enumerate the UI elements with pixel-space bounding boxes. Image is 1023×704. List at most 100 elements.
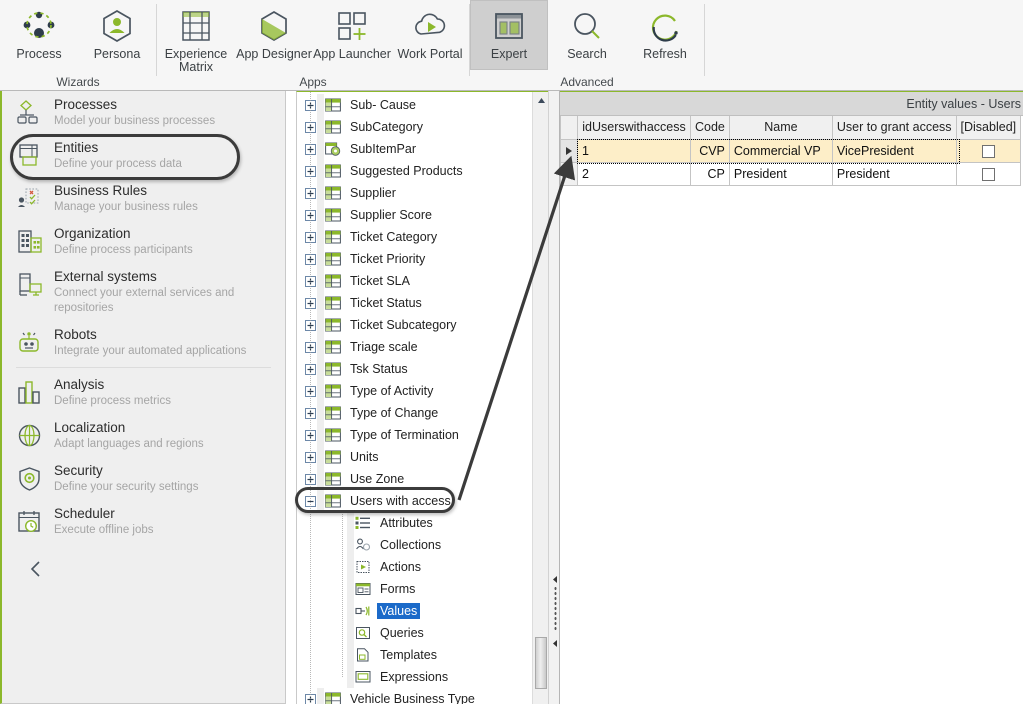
sidebar-item-business-rules[interactable]: Business Rules Manage your business rules	[2, 177, 285, 220]
tree-node-units[interactable]: Units	[297, 446, 548, 468]
tree-node-supplier[interactable]: Supplier	[297, 182, 548, 204]
sidebar-item-robots[interactable]: Robots Integrate your automated applicati…	[2, 321, 285, 364]
ribbon-button-persona[interactable]: Persona	[78, 0, 156, 70]
sidebar-item-analysis[interactable]: Analysis Define process metrics	[2, 371, 285, 414]
app-launcher-icon	[338, 12, 366, 40]
tree-connector	[317, 94, 324, 116]
sidebar-item-localization[interactable]: Localization Adapt languages and regions	[2, 414, 285, 457]
ribbon-button-experience-matrix[interactable]: Experience Matrix	[157, 0, 235, 74]
sidebar-item-processes[interactable]: Processes Model your business processes	[2, 91, 285, 134]
table-row[interactable]: 1 CVP Commercial VP VicePresident	[560, 138, 1022, 163]
expressions-icon	[354, 669, 372, 685]
ribbon-button-work-portal[interactable]: Work Portal	[391, 0, 469, 70]
tree-node-suggested-products[interactable]: Suggested Products	[297, 160, 548, 182]
sidebar-item-text: Organization Define process participants	[54, 225, 193, 258]
sidebar-item-organization[interactable]: Organization Define process participants	[2, 220, 285, 263]
ribbon-button-expert[interactable]: Expert	[470, 0, 548, 70]
splitter-collapse-arrow-bottom[interactable]	[552, 635, 559, 647]
tree-node-users-with-access[interactable]: Users with access	[297, 490, 548, 512]
tree-node-ticket-subcategory[interactable]: Ticket Subcategory	[297, 314, 548, 336]
ribbon-button-process[interactable]: Process	[0, 0, 78, 70]
localization-icon	[18, 424, 41, 447]
tree-node-use-zone[interactable]: Use Zone	[297, 468, 548, 490]
entity-icon	[324, 691, 342, 704]
tree-node-triage-scale[interactable]: Triage scale	[297, 336, 548, 358]
tree-node-ticket-priority[interactable]: Ticket Priority	[297, 248, 548, 270]
sidebar-item-title: Entities	[54, 140, 99, 155]
tree-connector	[347, 534, 354, 556]
analysis-icon	[18, 381, 40, 404]
tree-connector	[347, 622, 354, 644]
tree-node-label: Attributes	[380, 516, 433, 530]
tree-node-vehicle-business-type[interactable]: Vehicle Business Type	[297, 688, 548, 704]
tree-node-type-of-change[interactable]: Type of Change	[297, 402, 548, 424]
row-selector[interactable]	[560, 138, 578, 163]
tree-node-subitempar[interactable]: SubItemPar	[297, 138, 548, 160]
cell-disabled[interactable]	[955, 138, 1022, 163]
tree-scrollbar[interactable]	[532, 92, 548, 704]
tree-node-attributes[interactable]: Attributes	[297, 512, 548, 534]
sidebar-item-external-systems[interactable]: External systems Connect your external se…	[2, 263, 285, 321]
ribbon-button-refresh[interactable]: Refresh	[626, 0, 704, 70]
cell-name[interactable]: President	[728, 161, 833, 186]
tree-node-ticket-status[interactable]: Ticket Status	[297, 292, 548, 314]
cell-id[interactable]: 1	[577, 138, 691, 163]
app-designer-icon	[254, 7, 294, 47]
cell-id[interactable]: 2	[577, 161, 691, 186]
ribbon-button-app-launcher[interactable]: App Launcher	[313, 0, 391, 70]
tree-node-expressions[interactable]: Expressions	[297, 666, 548, 688]
templates-icon	[357, 648, 369, 662]
scrollbar-thumb[interactable]	[535, 637, 547, 689]
panel-splitter[interactable]	[548, 91, 560, 704]
tree-node-ticket-category[interactable]: Ticket Category	[297, 226, 548, 248]
tree-node-label: Actions	[380, 560, 421, 574]
scroll-up-arrow[interactable]	[533, 92, 548, 108]
tree-node-values[interactable]: Values	[297, 600, 548, 622]
sidebar-item-security[interactable]: Security Define your security settings	[2, 457, 285, 500]
tree-node-type-of-termination[interactable]: Type of Termination	[297, 424, 548, 446]
tree-node-forms[interactable]: Forms	[297, 578, 548, 600]
cell-code[interactable]: CP	[690, 161, 730, 186]
column-header-code[interactable]: Code	[690, 116, 730, 140]
column-header-name[interactable]: Name	[728, 116, 833, 140]
cell-disabled[interactable]	[955, 161, 1022, 186]
splitter-collapse-arrow-top[interactable]	[552, 571, 559, 583]
tree-node-collections[interactable]: Collections	[297, 534, 548, 556]
tree-connector	[317, 138, 324, 160]
cell-code[interactable]: CVP	[690, 138, 730, 163]
tree-node-label: Ticket Priority	[350, 252, 426, 266]
expressions-icon	[355, 671, 371, 683]
tree-node-label: Type of Activity	[350, 384, 434, 398]
ribbon-button-label: Experience Matrix	[164, 47, 228, 74]
ribbon-button-app-designer[interactable]: App Designer	[235, 0, 313, 70]
tree-node-tsk-status[interactable]: Tsk Status	[297, 358, 548, 380]
entity-icon	[324, 295, 342, 311]
tree-node-actions[interactable]: Actions	[297, 556, 548, 578]
tree-node-templates[interactable]: Templates	[297, 644, 548, 666]
row-selector[interactable]	[560, 161, 578, 186]
cell-name[interactable]: Commercial VP	[728, 138, 833, 163]
sidebar-collapse-button[interactable]	[24, 557, 48, 581]
tree-node-subcategory[interactable]: SubCategory	[297, 116, 548, 138]
tree-node-ticket-sla[interactable]: Ticket SLA	[297, 270, 548, 292]
tree-node-supplier-score[interactable]: Supplier Score	[297, 204, 548, 226]
sidebar-item-scheduler[interactable]: Scheduler Execute offline jobs	[2, 500, 285, 543]
processes-icon	[17, 100, 38, 124]
entity-gear-icon	[325, 142, 341, 156]
entity-icon	[325, 494, 341, 508]
disabled-checkbox[interactable]	[981, 167, 995, 181]
tree-node-queries[interactable]: Queries	[297, 622, 548, 644]
ribbon-button-search[interactable]: Search	[548, 0, 626, 70]
entity-icon	[325, 406, 341, 420]
column-header-user-to-grant-access[interactable]: User to grant access	[831, 116, 957, 140]
tree-node-type-of-activity[interactable]: Type of Activity	[297, 380, 548, 402]
disabled-checkbox[interactable]	[981, 144, 995, 158]
sidebar-item-entities[interactable]: Entities Define your process data	[2, 134, 285, 177]
column-header-disabled[interactable]: [Disabled]	[955, 116, 1022, 140]
tree-node-sub-cause[interactable]: Sub- Cause	[297, 94, 548, 116]
cell-user-to-grant-access[interactable]: President	[831, 161, 957, 186]
splitter-grip[interactable]	[554, 586, 557, 632]
column-header-iduserswithaccess[interactable]: idUserswithaccess	[577, 116, 691, 140]
table-row[interactable]: 2 CP President President	[560, 161, 1022, 186]
cell-user-to-grant-access[interactable]: VicePresident	[831, 138, 957, 163]
